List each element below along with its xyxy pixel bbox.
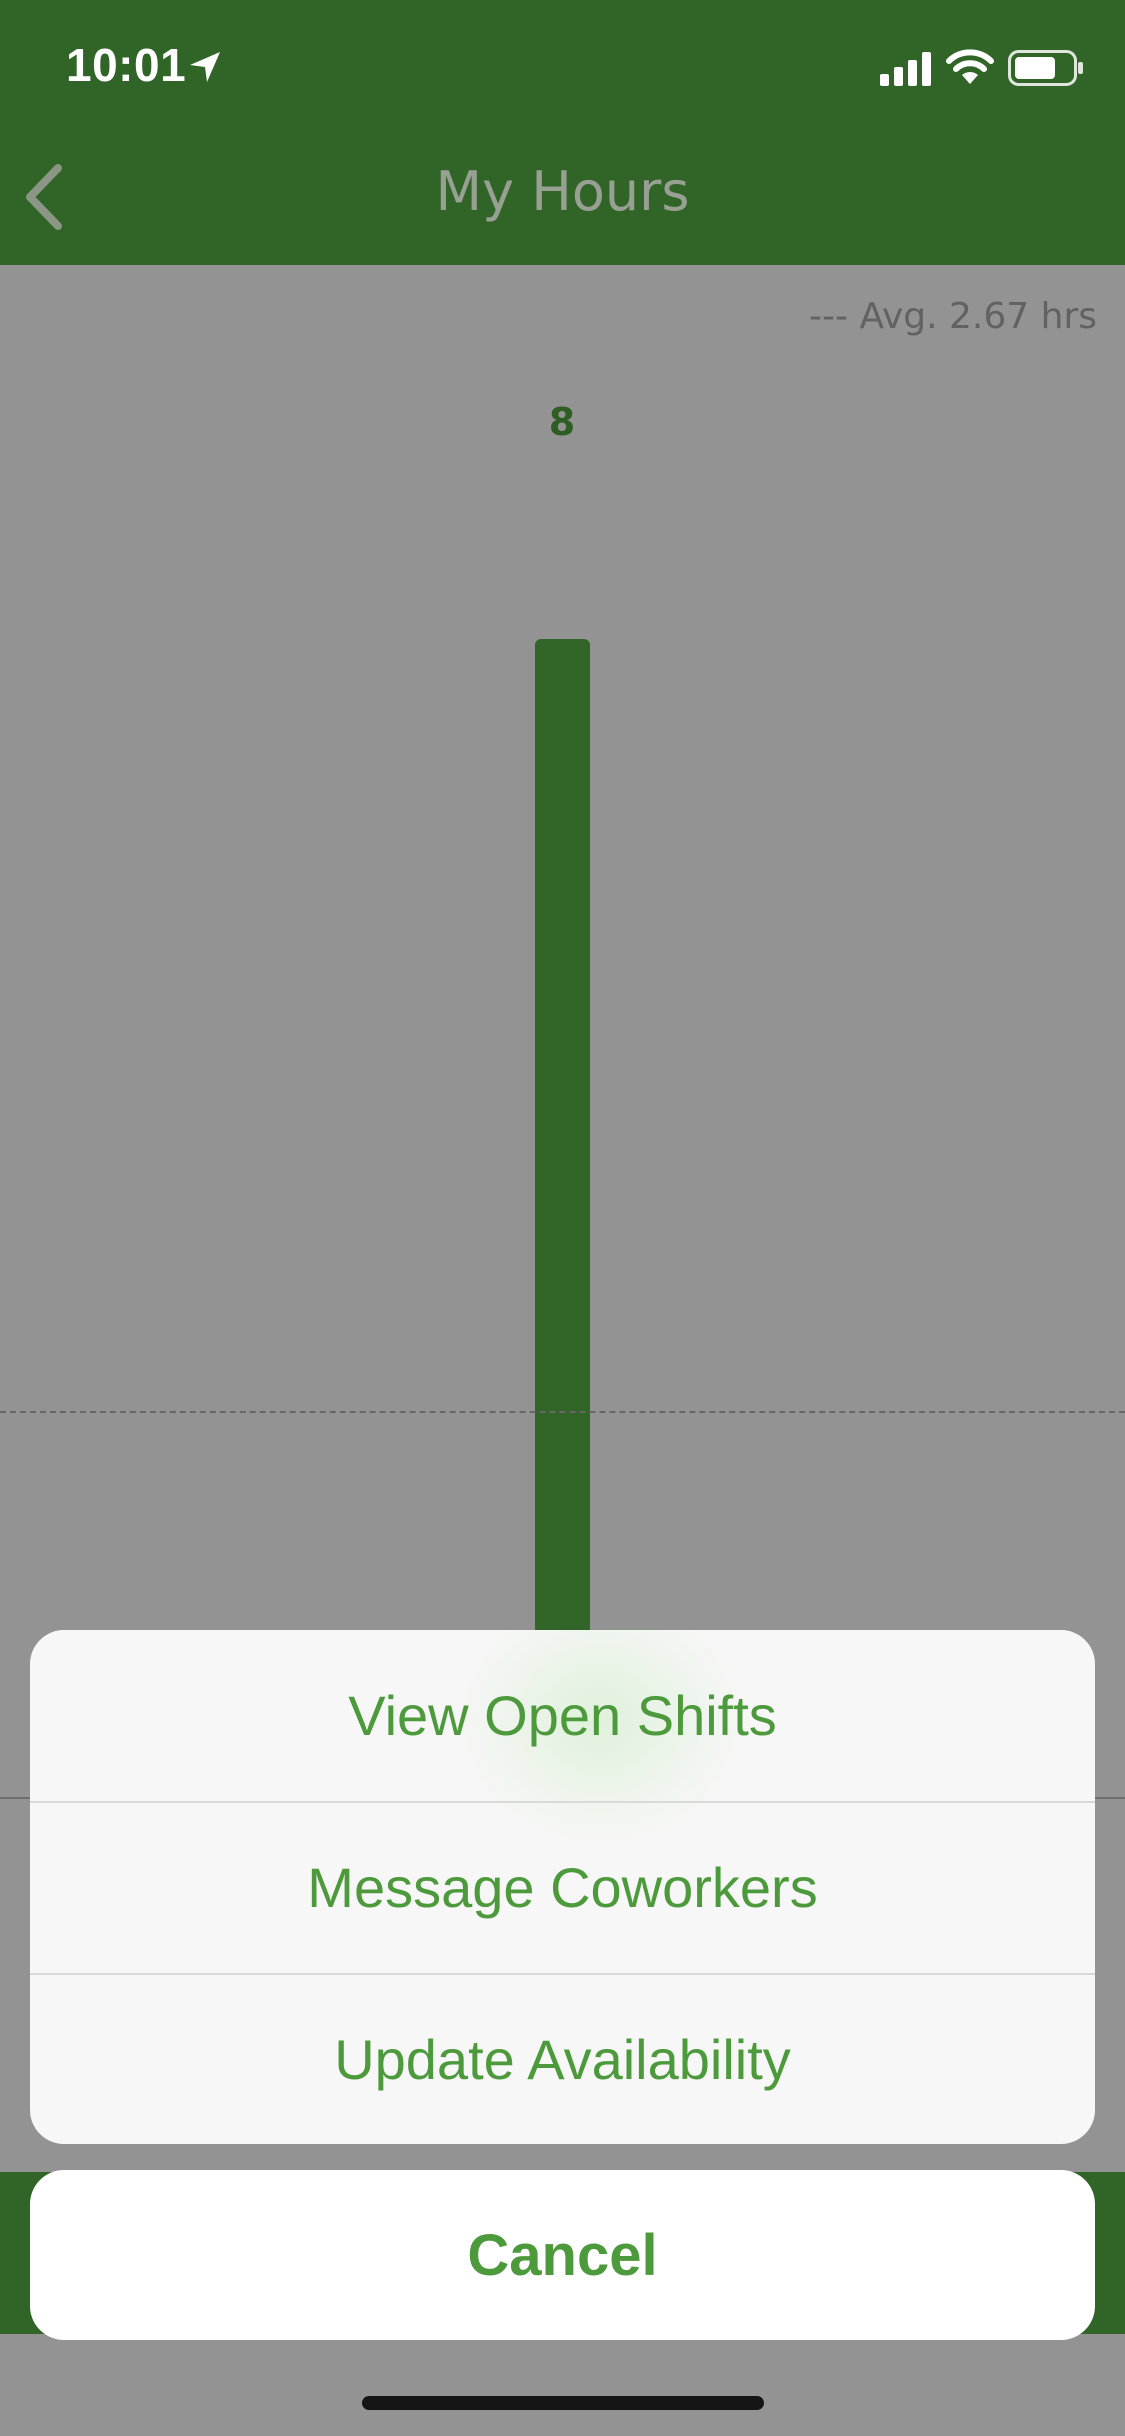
hours-bar[interactable]	[535, 639, 590, 1797]
update-availability-button[interactable]: Update Availability	[30, 1974, 1095, 2144]
average-label: --- Avg. 2.67 hrs	[809, 296, 1097, 337]
cancel-button[interactable]: Cancel	[30, 2170, 1095, 2340]
battery-icon	[1008, 50, 1083, 86]
home-indicator	[362, 2396, 764, 2410]
cellular-signal-icon	[880, 52, 931, 86]
wifi-icon	[946, 49, 994, 84]
view-open-shifts-button[interactable]: View Open Shifts	[30, 1630, 1095, 1801]
message-coworkers-button[interactable]: Message Coworkers	[30, 1802, 1095, 1973]
bar-data-label: 8	[548, 400, 576, 444]
page-title: My Hours	[435, 160, 690, 223]
action-sheet: View Open Shifts Message Coworkers Updat…	[30, 1630, 1095, 2144]
location-arrow-icon	[190, 52, 220, 82]
status-time: 10:01	[66, 39, 187, 91]
average-line	[0, 1410, 1125, 1413]
header-bar: 10:01 My Hours	[0, 0, 1125, 265]
